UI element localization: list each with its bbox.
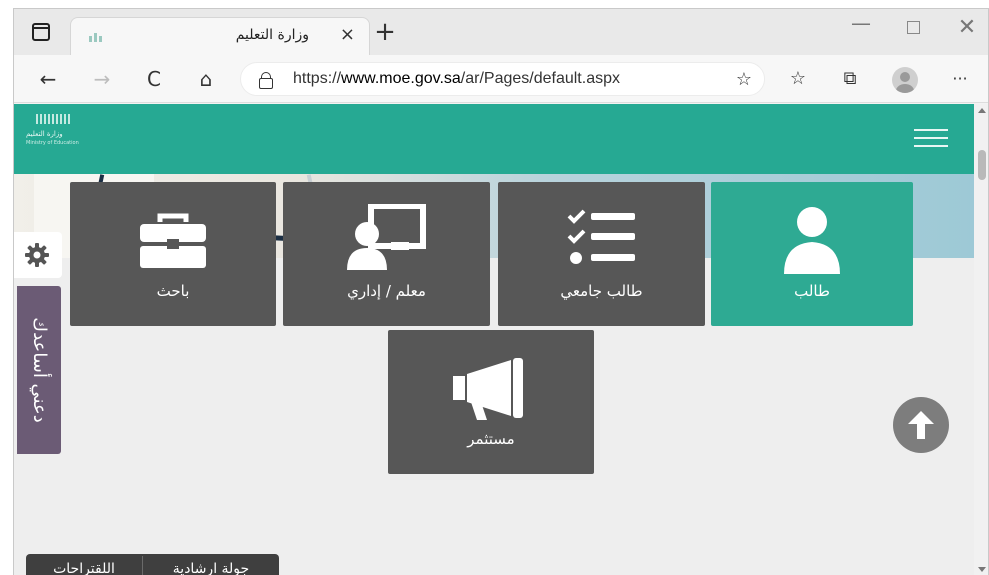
tab-close-icon[interactable]: × [340,24,355,45]
back-button[interactable]: ← [34,65,62,93]
logo-subtext: Ministry of Education [26,140,79,146]
card-label: مستثمر [467,430,515,448]
home-button[interactable]: ⌂ [192,65,220,93]
address-bar[interactable]: https://www.moe.gov.sa/ar/Pages/default.… [240,62,765,96]
briefcase-icon [140,213,206,268]
help-label: دعني أساعدك [29,317,50,423]
bottom-action-bar: اللقتراحات جولة ارشادية [26,554,279,575]
site-header: وزارة التعليم Ministry of Education [14,104,974,174]
card-label: طالب جامعي [560,282,643,300]
reload-button[interactable]: C [140,65,168,93]
lock-icon[interactable] [259,72,273,89]
site-favicon-icon [87,30,103,44]
collections-button[interactable]: ⧉ [836,66,864,94]
maximize-button[interactable] [898,15,928,39]
checklist-icon [567,209,635,264]
teacher-board-icon [346,204,426,270]
card-university-student[interactable]: طالب جامعي [498,182,705,326]
card-student[interactable]: طالب [711,182,913,326]
card-investor[interactable]: مستثمر [388,330,594,474]
tab-title: وزارة التعليم [235,27,309,43]
scroll-down-arrow-icon[interactable] [978,567,986,572]
suggestions-button[interactable]: اللقتراحات [26,554,142,575]
guided-tour-button[interactable]: جولة ارشادية [143,554,279,575]
tab-strip: وزارة التعليم × + — ✕ [14,9,988,55]
new-tab-button[interactable]: + [370,19,400,45]
arrow-up-icon [908,411,934,439]
forward-button[interactable]: → [88,65,116,93]
megaphone-icon [453,358,523,420]
scroll-up-arrow-icon[interactable] [978,108,986,113]
window-menu-icon[interactable] [32,23,50,41]
person-icon [784,207,840,274]
page-viewport: وزارة التعليم Ministry of Education طالب [14,104,974,575]
add-favorite-icon[interactable]: ☆ [736,69,752,90]
card-label: معلم / إداري [347,282,426,300]
scroll-thumb[interactable] [978,150,986,180]
card-label: طالب [794,282,830,300]
logo-mark [36,114,72,124]
url-text[interactable]: https://www.moe.gov.sa/ar/Pages/default.… [293,70,620,88]
logo-text: وزارة التعليم [26,130,63,138]
page-scrollbar[interactable] [974,104,988,575]
card-label: باحث [156,282,190,300]
close-window-button[interactable]: ✕ [952,15,982,40]
card-researcher[interactable]: باحث [70,182,276,326]
scroll-to-top-button[interactable] [893,397,949,453]
more-menu-button[interactable]: ··· [946,66,974,94]
maximize-icon [906,21,920,34]
minimize-button[interactable]: — [846,11,876,35]
address-toolbar: ← → C ⌂ https://www.moe.gov.sa/ar/Pages/… [14,55,988,103]
browser-tab[interactable]: وزارة التعليم × [70,17,370,55]
browser-window: وزارة التعليم × + — ✕ ← → C ⌂ https://ww… [13,8,989,575]
help-me-button[interactable]: دعني أساعدك [17,286,61,454]
favorites-button[interactable]: ☆ [784,66,812,94]
card-teacher-admin[interactable]: معلم / إداري [283,182,490,326]
settings-button[interactable] [14,232,62,278]
profile-avatar[interactable] [892,67,918,93]
moe-logo[interactable]: وزارة التعليم Ministry of Education [26,114,86,154]
gear-icon [25,243,49,267]
menu-hamburger-icon[interactable] [914,129,950,151]
